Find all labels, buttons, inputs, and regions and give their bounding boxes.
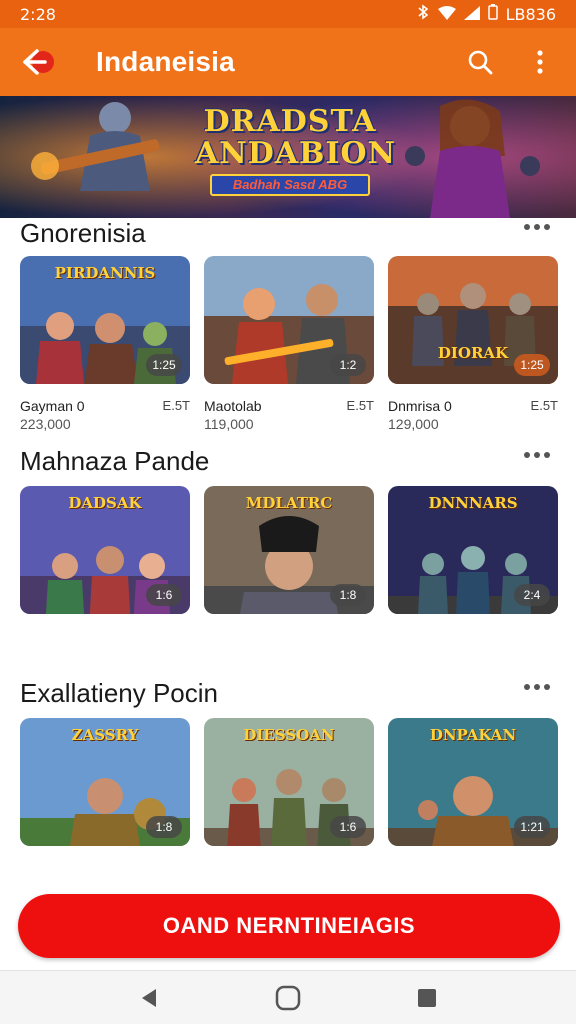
banner-title-line2: ANDABION [195, 136, 396, 171]
game-downloads: 223,000 [20, 416, 71, 432]
game-name: Dnmrisa 0 [388, 398, 452, 414]
search-button[interactable] [460, 42, 500, 82]
section-header: Mahnaza Pande [0, 446, 576, 476]
section-title: Mahnaza Pande [20, 446, 210, 476]
game-rating: E.5T [530, 398, 558, 413]
nav-recents-icon [417, 988, 436, 1007]
back-arrow-icon [23, 49, 54, 75]
cta-container: OAND NERNTINEIAGIS [0, 878, 576, 970]
game-badge: 2:4 [514, 584, 550, 606]
game-badge: 1:6 [330, 816, 366, 838]
more-vert-icon [537, 50, 543, 74]
game-art-title: PIRDANNIS [54, 264, 156, 282]
game-badge: 1:25 [146, 354, 182, 376]
section-more-button[interactable] [524, 452, 550, 458]
game-badge: 1:8 [330, 584, 366, 606]
game-rating: E.5T [162, 398, 190, 413]
game-art-title: DIESSOAN [243, 726, 335, 744]
game-card[interactable]: 1:2 [204, 256, 374, 384]
section-more-button[interactable] [524, 224, 550, 230]
game-row: DADSAK 1:6 MDLATRC 1:8 DNNNARS 2:4 [20, 486, 560, 616]
nav-home-button[interactable] [264, 974, 312, 1022]
section-1: Gnorenisia PIRDANNIS 1:25 1:2 DIORAK 1:2… [0, 218, 576, 432]
signal-icon [463, 5, 480, 24]
game-art-title: DNPAKAN [429, 726, 517, 744]
status-icons: LB836 [416, 4, 556, 24]
system-nav-bar [0, 970, 576, 1024]
section-more-button[interactable] [524, 684, 550, 690]
game-meta: Maotolab E.5T 119,000 [204, 398, 374, 438]
battery-text: LB836 [505, 4, 556, 24]
battery-icon [487, 4, 498, 24]
game-card[interactable]: ZASSRY 1:8 [20, 718, 190, 846]
game-meta: Dnmrisa 0 E.5T 129,000 [388, 398, 558, 438]
game-art-title: MDLATRC [245, 494, 333, 512]
game-row: ZASSRY 1:8 DIESSOAN 1:6 DNPAKAN 1:21 [20, 718, 560, 848]
featured-banner[interactable]: DRADSTA ANDABION Badhah Sasd ABG [0, 96, 576, 218]
game-meta: Gayman 0 E.5T 223,000 [20, 398, 190, 438]
game-art-title: DADSAK [68, 494, 142, 512]
section-header: Gnorenisia [0, 218, 576, 248]
game-badge: 1:2 [330, 354, 366, 376]
game-art-title: DNNNARS [428, 494, 518, 512]
section-title: Exallatieny Pocin [20, 678, 218, 708]
primary-cta-button[interactable]: OAND NERNTINEIAGIS [18, 894, 560, 958]
game-name: Maotolab [204, 398, 262, 414]
game-card[interactable]: PIRDANNIS 1:25 [20, 256, 190, 384]
search-icon [468, 50, 493, 75]
game-art-title: ZASSRY [71, 726, 139, 744]
bluetooth-icon [416, 4, 430, 24]
app-bar: Indaneisia [0, 28, 576, 96]
game-card[interactable]: DNNNARS 2:4 [388, 486, 558, 614]
banner-title-line1: DRADSTA [203, 104, 377, 139]
game-name: Gayman 0 [20, 398, 85, 414]
section-3: Exallatieny Pocin ZASSRY 1:8 DIESSOAN 1:… [0, 678, 576, 846]
overflow-menu-button[interactable] [520, 42, 560, 82]
wifi-icon [437, 5, 456, 24]
game-badge: 1:8 [146, 816, 182, 838]
game-card[interactable]: DADSAK 1:6 [20, 486, 190, 614]
nav-recents-button[interactable] [403, 974, 451, 1022]
section-title: Gnorenisia [20, 218, 146, 248]
page-title: Indaneisia [96, 46, 235, 77]
game-badge: 1:21 [514, 816, 550, 838]
game-card[interactable]: DNPAKAN 1:21 [388, 718, 558, 846]
back-button[interactable] [16, 40, 60, 84]
section-header: Exallatieny Pocin [0, 678, 576, 708]
status-bar: 2:28 LB836 [0, 0, 576, 28]
game-row: PIRDANNIS 1:25 1:2 DIORAK 1:25 [20, 256, 560, 386]
game-card[interactable]: DIESSOAN 1:6 [204, 718, 374, 846]
content-list[interactable]: Gnorenisia PIRDANNIS 1:25 1:2 DIORAK 1:2… [0, 218, 576, 878]
game-badge: 1:25 [514, 354, 550, 376]
game-downloads: 119,000 [204, 416, 254, 432]
game-badge: 1:6 [146, 584, 182, 606]
nav-back-icon [142, 988, 157, 1007]
nav-home-icon [275, 985, 301, 1010]
game-downloads: 129,000 [388, 416, 439, 432]
nav-back-button[interactable] [125, 974, 173, 1022]
banner-title: DRADSTA ANDABION [195, 104, 396, 171]
game-rating: E.5T [346, 398, 374, 413]
game-card[interactable]: MDLATRC 1:8 [204, 486, 374, 614]
game-card[interactable]: DIORAK 1:25 [388, 256, 558, 384]
banner-subtitle: Badhah Sasd ABG [210, 174, 370, 196]
status-time: 2:28 [20, 4, 56, 24]
section-2: Mahnaza Pande DADSAK 1:6 MDLATRC 1:8 DNN… [0, 446, 576, 614]
